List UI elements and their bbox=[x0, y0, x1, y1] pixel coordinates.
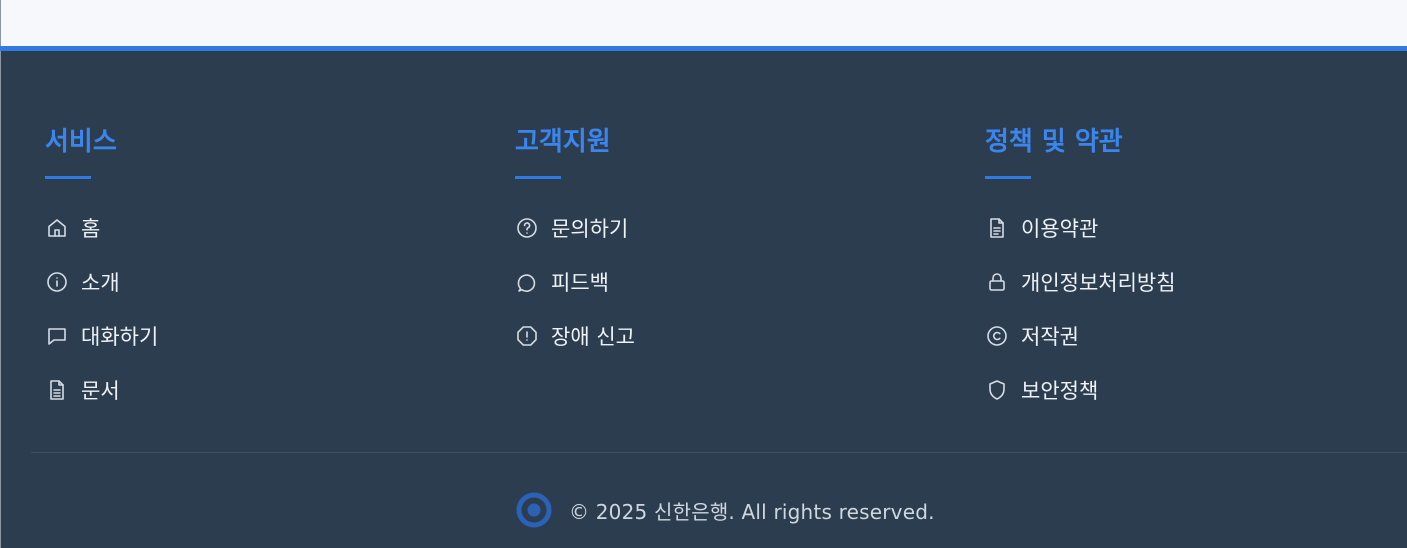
footer-bottom-bar: © 2025 신한은행. All rights reserved. bbox=[515, 491, 935, 529]
link-label: 개인정보처리방침 bbox=[1021, 271, 1176, 295]
lock-icon bbox=[985, 270, 1009, 294]
footer-link-about[interactable]: 소개 bbox=[45, 255, 465, 309]
page: 서비스 홈 소개 대화하기 문서 고객지원 문의하기 피드백 장애 신고 정책 … bbox=[0, 0, 1407, 548]
copyright-text: © 2025 신한은행. All rights reserved. bbox=[569, 499, 935, 524]
footer-column-services: 서비스 홈 소개 대화하기 문서 bbox=[45, 125, 465, 417]
site-footer: 서비스 홈 소개 대화하기 문서 고객지원 문의하기 피드백 장애 신고 정책 … bbox=[0, 51, 1407, 548]
brand-ring-logo bbox=[516, 492, 552, 528]
link-list: 홈 소개 대화하기 문서 bbox=[45, 201, 465, 417]
link-label: 홈 bbox=[81, 217, 101, 241]
column-title: 서비스 bbox=[45, 127, 117, 157]
footer-link-inquiry[interactable]: 문의하기 bbox=[515, 201, 935, 255]
link-label: 소개 bbox=[81, 271, 120, 295]
footer-link-security-policy[interactable]: 보안정책 bbox=[985, 363, 1405, 417]
footer-link-docs[interactable]: 문서 bbox=[45, 363, 465, 417]
link-label: 장애 신고 bbox=[551, 325, 635, 349]
content-area-bottom bbox=[0, 0, 1407, 46]
footer-link-chat[interactable]: 대화하기 bbox=[45, 309, 465, 363]
column-title-underline bbox=[985, 176, 1031, 179]
column-title-underline bbox=[515, 176, 561, 179]
footer-column-policies: 정책 및 약관 이용약관 개인정보처리방침 저작권 보안정책 bbox=[985, 125, 1405, 417]
footer-column-support: 고객지원 문의하기 피드백 장애 신고 bbox=[515, 125, 935, 363]
footer-divider bbox=[31, 452, 1407, 453]
link-label: 문서 bbox=[81, 379, 120, 403]
link-label: 대화하기 bbox=[81, 325, 159, 349]
copyright-icon bbox=[985, 324, 1009, 348]
document-icon bbox=[45, 378, 69, 402]
column-title: 정책 및 약관 bbox=[985, 127, 1123, 157]
footer-link-privacy[interactable]: 개인정보처리방침 bbox=[985, 255, 1405, 309]
link-list: 문의하기 피드백 장애 신고 bbox=[515, 201, 935, 363]
footer-link-feedback[interactable]: 피드백 bbox=[515, 255, 935, 309]
column-title: 고객지원 bbox=[515, 127, 611, 157]
link-label: 보안정책 bbox=[1021, 379, 1099, 403]
alert-octagon-icon bbox=[515, 324, 539, 348]
link-label: 피드백 bbox=[551, 271, 609, 295]
link-list: 이용약관 개인정보처리방침 저작권 보안정책 bbox=[985, 201, 1405, 417]
link-label: 문의하기 bbox=[551, 217, 629, 241]
link-label: 이용약관 bbox=[1021, 217, 1099, 241]
footer-link-terms[interactable]: 이용약관 bbox=[985, 201, 1405, 255]
chat-icon bbox=[45, 324, 69, 348]
info-icon bbox=[45, 270, 69, 294]
footer-link-report-issue[interactable]: 장애 신고 bbox=[515, 309, 935, 363]
link-label: 저작권 bbox=[1021, 325, 1079, 349]
message-circle-icon bbox=[515, 270, 539, 294]
file-text-icon bbox=[985, 216, 1009, 240]
footer-link-home[interactable]: 홈 bbox=[45, 201, 465, 255]
home-icon bbox=[45, 216, 69, 240]
shield-icon bbox=[985, 378, 1009, 402]
question-circle-icon bbox=[515, 216, 539, 240]
footer-link-copyright[interactable]: 저작권 bbox=[985, 309, 1405, 363]
column-title-underline bbox=[45, 176, 91, 179]
